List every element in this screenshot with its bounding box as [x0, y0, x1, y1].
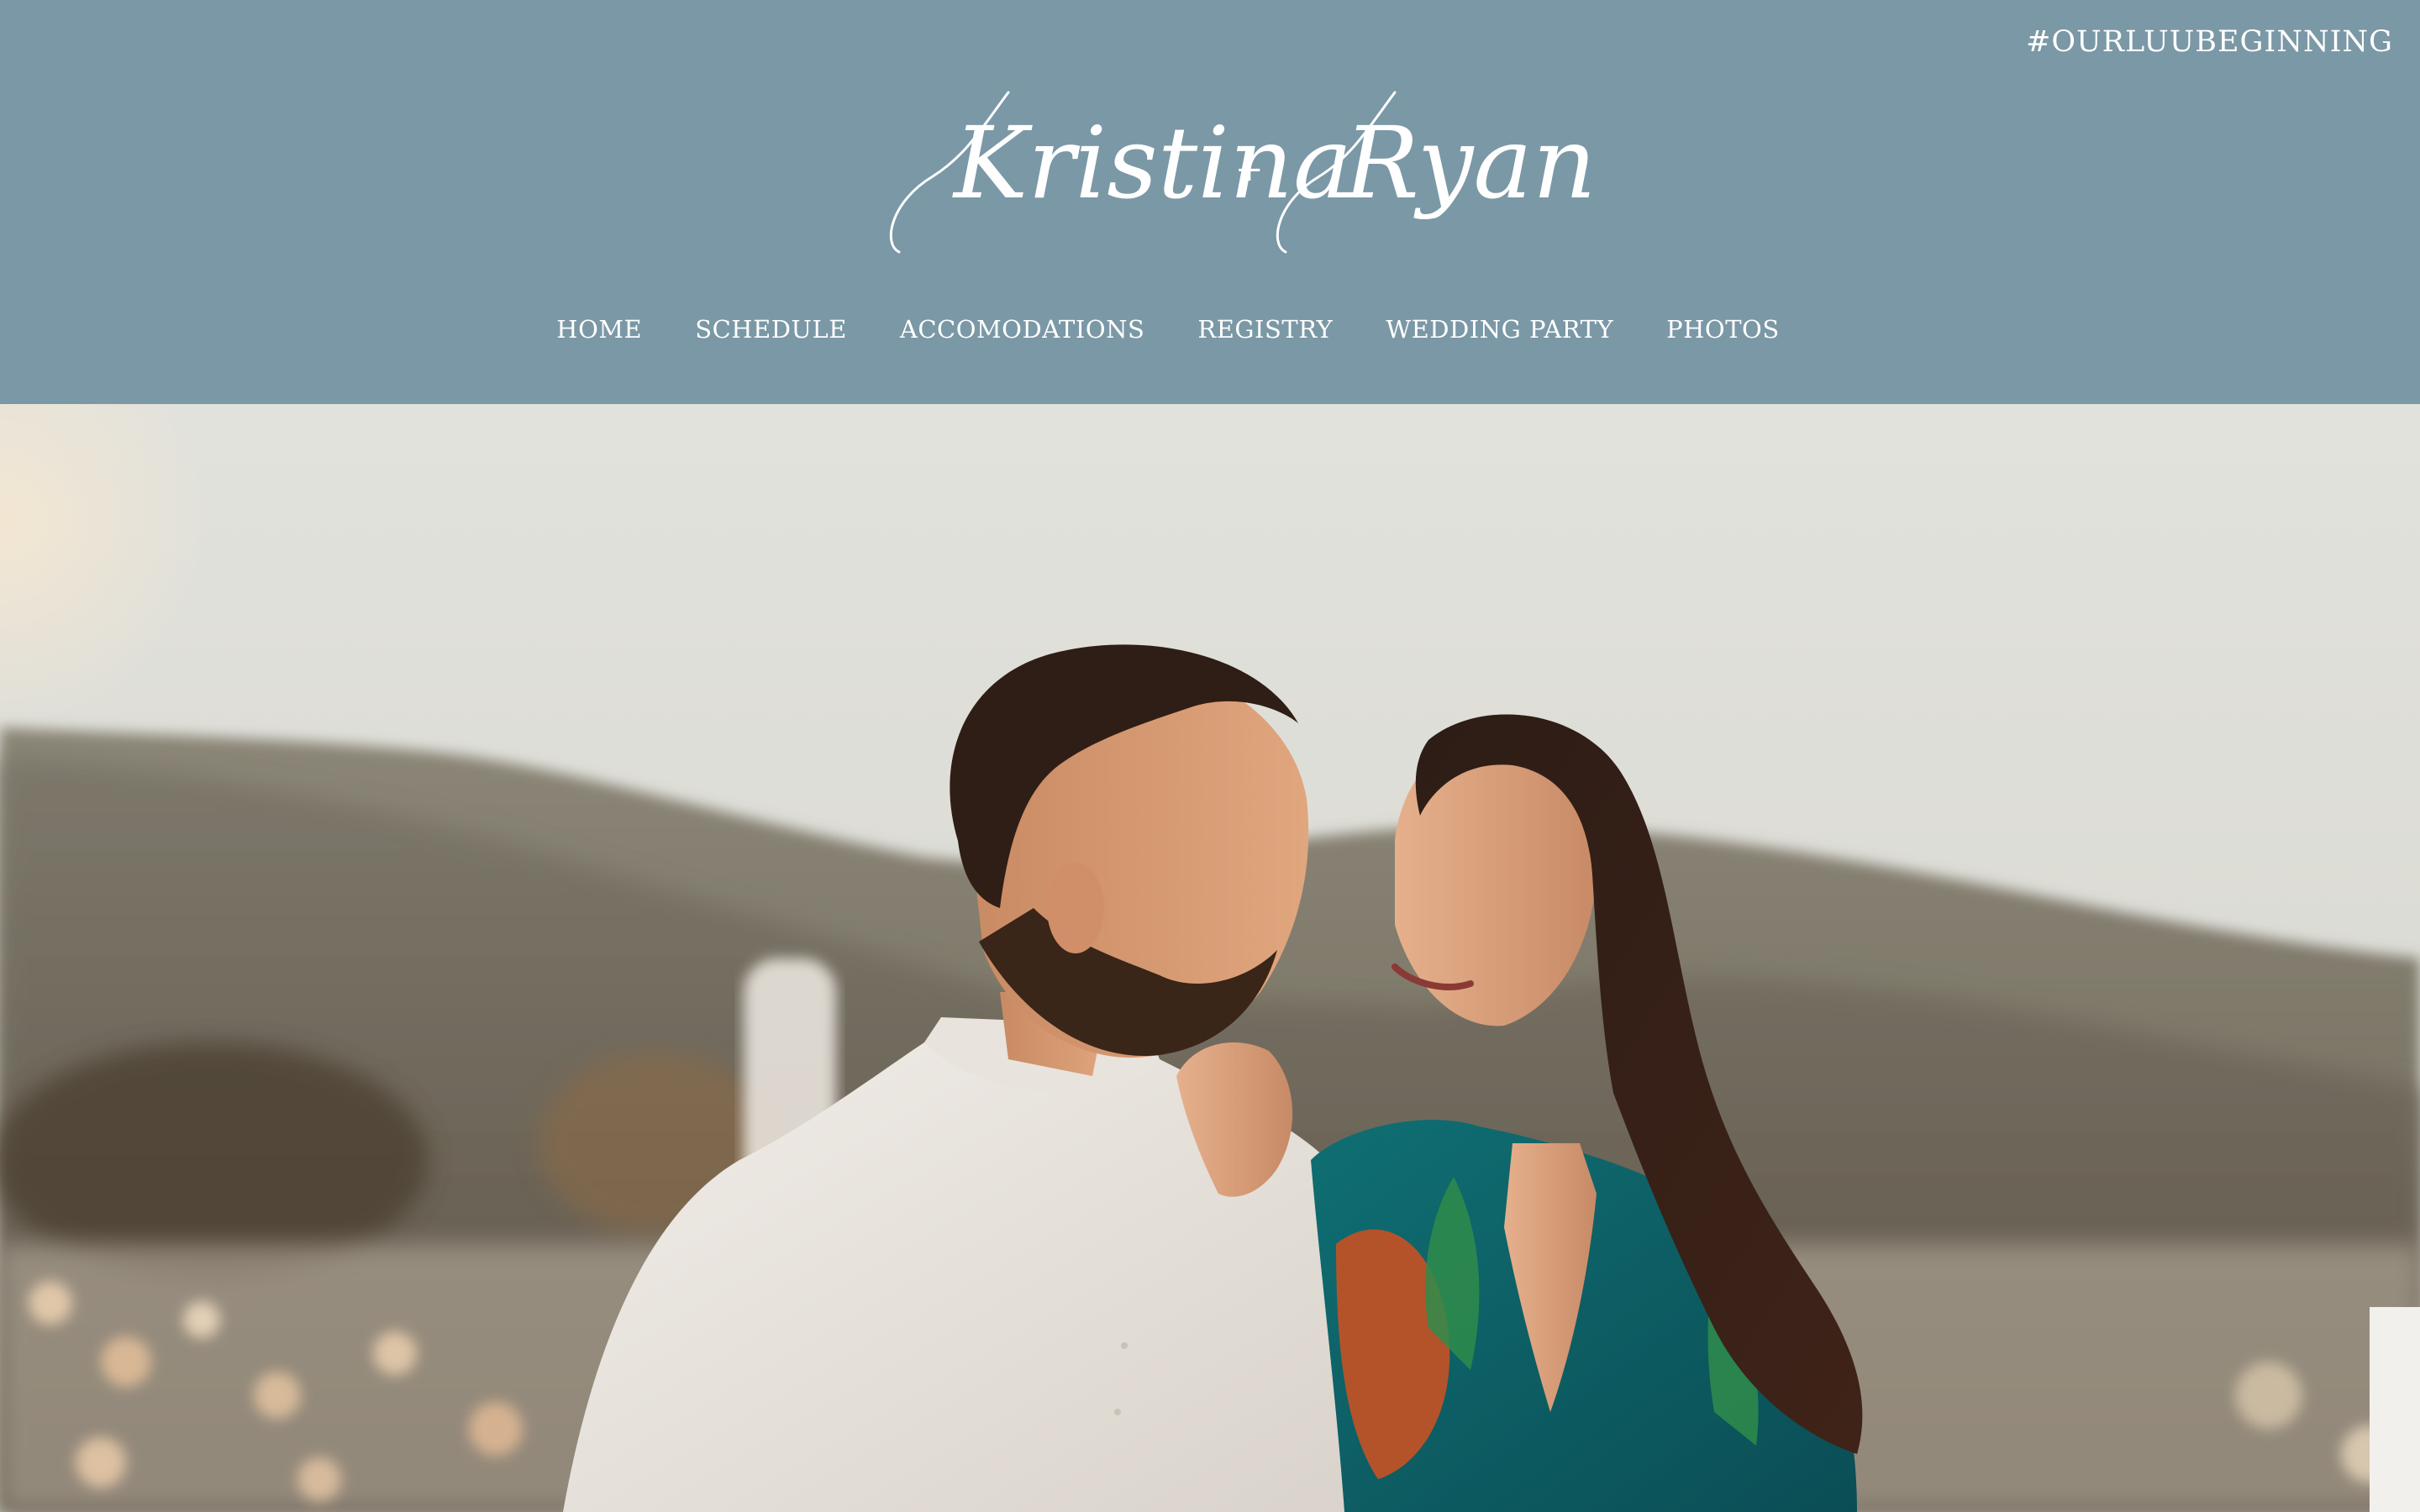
main-nav: HOME SCHEDULE ACCOMODATIONS REGISTRY WED… [0, 315, 2420, 344]
hashtag-link[interactable]: #OURLUUBEGINNING [2026, 25, 2393, 59]
engagement-photo [0, 404, 2420, 1512]
logo-connector: + [1235, 150, 1264, 189]
logo-name-left: Kristina [952, 105, 1352, 221]
nav-item-schedule[interactable]: SCHEDULE [695, 315, 847, 344]
nav-item-registry[interactable]: REGISTRY [1197, 315, 1333, 344]
hero-photo [0, 404, 2420, 1512]
nav-item-photos[interactable]: PHOTOS [1666, 315, 1780, 344]
button-2 [1114, 1409, 1121, 1415]
nav-item-wedding-party[interactable]: WEDDING PARTY [1386, 315, 1613, 344]
site-logo[interactable]: Kristina + Ryan [874, 76, 1597, 269]
logo-name-right: Ryan [1343, 105, 1597, 221]
page: #OURLUUBEGINNING Kristina + Ryan HOME SC… [0, 0, 2420, 1512]
white-post [2370, 1307, 2420, 1512]
button-1 [1121, 1342, 1128, 1349]
man-ear [1047, 863, 1104, 953]
tree-cluster [0, 1042, 429, 1278]
nav-item-accomodations[interactable]: ACCOMODATIONS [900, 315, 1145, 344]
nav-item-home[interactable]: HOME [556, 315, 642, 344]
logo-script: Kristina + Ryan [889, 91, 1597, 254]
site-header: #OURLUUBEGINNING Kristina + Ryan HOME SC… [0, 0, 2420, 404]
nav-list: HOME SCHEDULE ACCOMODATIONS REGISTRY WED… [556, 315, 1779, 344]
